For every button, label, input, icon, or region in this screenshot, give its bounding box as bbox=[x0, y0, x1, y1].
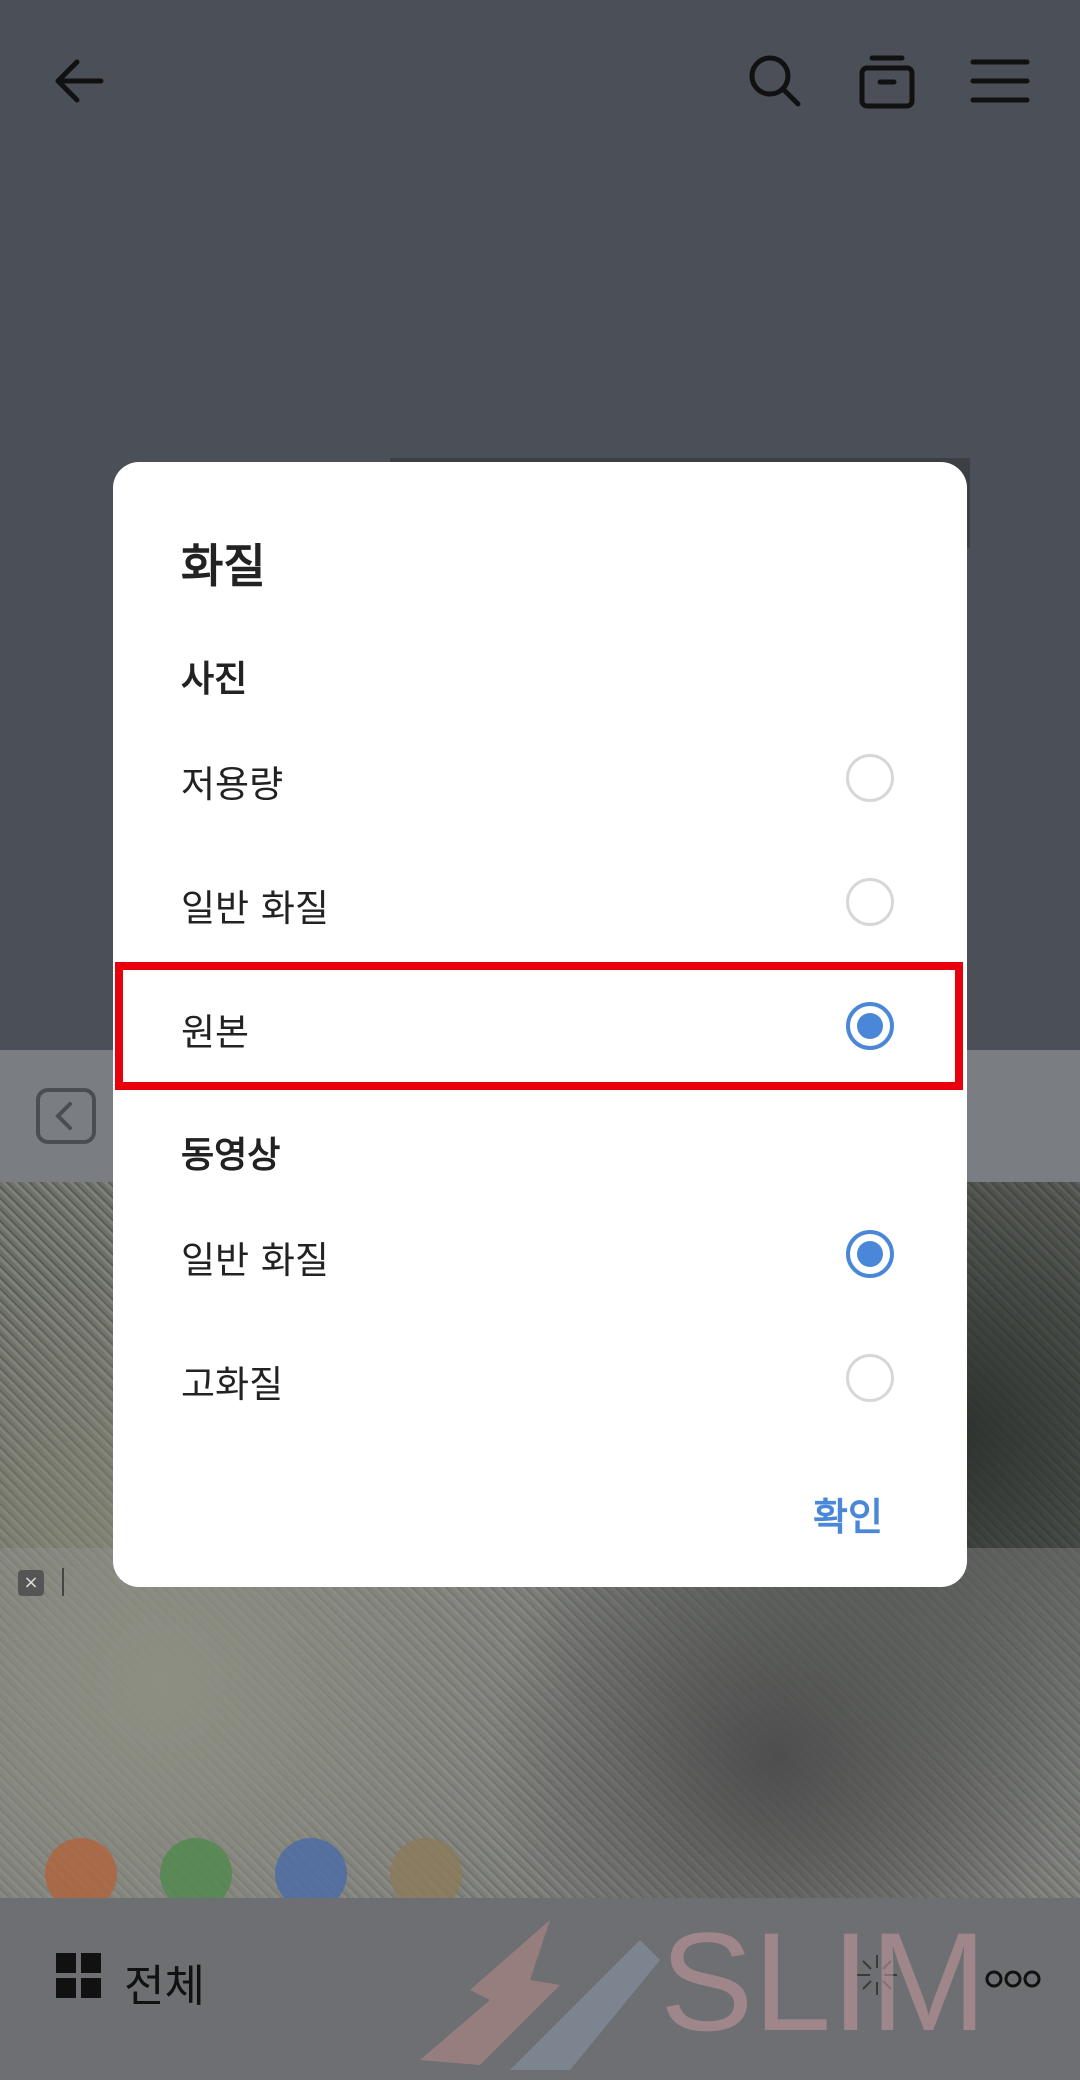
video-option-normal[interactable]: 일반 화질 bbox=[113, 1192, 967, 1316]
radio-button-selected[interactable] bbox=[846, 1230, 894, 1278]
watermark-logo: SLIM bbox=[420, 1903, 987, 2070]
watermark-text: SLIM bbox=[660, 1903, 987, 2060]
app-header bbox=[0, 0, 1080, 170]
radio-button[interactable] bbox=[846, 754, 894, 802]
confirm-button[interactable]: 확인 bbox=[813, 1486, 883, 1541]
ad-banner[interactable] bbox=[0, 1548, 1080, 1908]
back-arrow-icon[interactable] bbox=[45, 46, 115, 116]
option-label: 일반 화질 bbox=[181, 1239, 329, 1282]
divider bbox=[62, 1568, 64, 1596]
radio-button[interactable] bbox=[846, 878, 894, 926]
dialog-title: 화질 bbox=[181, 539, 266, 593]
archive-icon[interactable] bbox=[852, 46, 922, 116]
photo-option-normal[interactable]: 일반 화질 bbox=[113, 840, 967, 964]
photo-option-low[interactable]: 저용량 bbox=[113, 716, 967, 840]
video-section-heading: 동영상 bbox=[181, 1135, 281, 1176]
menu-icon[interactable] bbox=[965, 46, 1035, 116]
view-all-label[interactable]: 전체 bbox=[124, 1950, 205, 2014]
close-icon[interactable]: × bbox=[18, 1570, 44, 1596]
radio-button[interactable] bbox=[846, 1354, 894, 1402]
photo-section-heading: 사진 bbox=[181, 659, 248, 700]
grid-icon[interactable] bbox=[56, 1953, 102, 1999]
search-icon[interactable] bbox=[740, 46, 810, 116]
option-label: 저용량 bbox=[181, 763, 284, 806]
option-label: 고화질 bbox=[181, 1363, 284, 1406]
back-chevron-icon[interactable] bbox=[36, 1088, 96, 1144]
highlight-annotation bbox=[115, 962, 963, 1090]
option-label: 일반 화질 bbox=[181, 887, 329, 930]
video-option-high[interactable]: 고화질 bbox=[113, 1316, 967, 1440]
